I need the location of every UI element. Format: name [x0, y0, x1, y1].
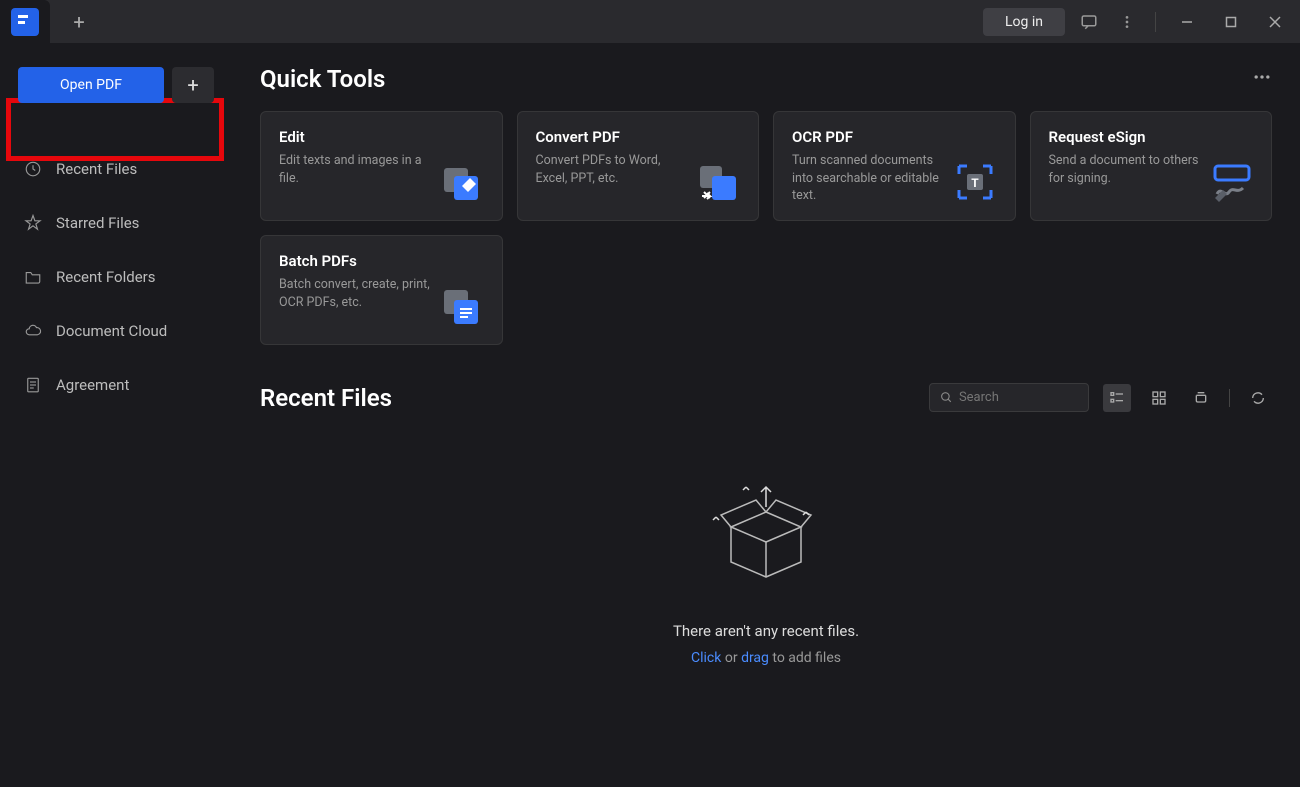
esign-icon: [1209, 160, 1253, 204]
app-home-tab[interactable]: [0, 0, 50, 43]
recent-header: Recent Files: [260, 383, 1272, 412]
empty-box-icon: [701, 472, 831, 602]
nav-label: Starred Files: [56, 214, 139, 232]
separator: [1229, 389, 1230, 407]
tool-desc: Edit texts and images in a file.: [279, 152, 432, 187]
search-box[interactable]: [929, 383, 1089, 412]
recent-controls: [929, 383, 1272, 412]
titlebar-left: +: [0, 0, 96, 43]
titlebar: + Log in: [0, 0, 1300, 43]
titlebar-right: Log in: [983, 5, 1300, 39]
tools-grid: Edit Edit texts and images in a file. Co…: [260, 111, 1272, 345]
document-icon: [24, 376, 42, 394]
content: Open PDF + Recent Files Starred Files Re…: [0, 43, 1300, 787]
open-pdf-button[interactable]: Open PDF: [18, 67, 164, 103]
nav-label: Agreement: [56, 376, 129, 394]
tool-title: OCR PDF: [792, 128, 945, 146]
login-button[interactable]: Log in: [983, 8, 1065, 36]
svg-text:T: T: [971, 176, 979, 190]
tool-title: Edit: [279, 128, 432, 146]
tool-ocr-pdf[interactable]: OCR PDF Turn scanned documents into sear…: [773, 111, 1016, 221]
feedback-icon[interactable]: [1075, 8, 1103, 36]
quick-tools-title: Quick Tools: [260, 65, 385, 93]
star-icon: [24, 214, 42, 232]
tool-text: Request eSign Send a document to others …: [1049, 128, 1210, 187]
search-input[interactable]: [959, 390, 1078, 405]
tool-title: Convert PDF: [536, 128, 689, 146]
quick-tools-more-icon[interactable]: [1252, 67, 1272, 91]
tool-desc: Convert PDFs to Word, Excel, PPT, etc.: [536, 152, 689, 187]
tool-request-esign[interactable]: Request eSign Send a document to others …: [1030, 111, 1273, 221]
view-pin-button[interactable]: [1187, 384, 1215, 412]
empty-message: There aren't any recent files.: [673, 622, 859, 640]
batch-icon: [440, 284, 484, 328]
tool-desc: Batch convert, create, print, OCR PDFs, …: [279, 276, 432, 311]
menu-dots-icon[interactable]: [1113, 8, 1141, 36]
tool-convert-pdf[interactable]: Convert PDF Convert PDFs to Word, Excel,…: [517, 111, 760, 221]
tool-text: Batch PDFs Batch convert, create, print,…: [279, 252, 440, 311]
sidebar-item-document-cloud[interactable]: Document Cloud: [12, 311, 220, 351]
empty-sub: Click or drag to add files: [691, 650, 841, 666]
empty-drag-link[interactable]: drag: [741, 650, 769, 666]
empty-click-link[interactable]: Click: [691, 650, 721, 666]
empty-state: There aren't any recent files. Click or …: [260, 442, 1272, 666]
clock-icon: [24, 160, 42, 178]
create-pdf-button[interactable]: +: [172, 67, 214, 103]
tool-text: Edit Edit texts and images in a file.: [279, 128, 440, 187]
search-icon: [940, 390, 953, 405]
tool-title: Request eSign: [1049, 128, 1202, 146]
tool-desc: Turn scanned documents into searchable o…: [792, 152, 945, 205]
window-maximize-button[interactable]: [1214, 5, 1248, 39]
refresh-button[interactable]: [1244, 384, 1272, 412]
empty-text-or: or: [721, 650, 741, 666]
edit-icon: [440, 160, 484, 204]
recent-files-title: Recent Files: [260, 384, 392, 412]
tool-text: Convert PDF Convert PDFs to Word, Excel,…: [536, 128, 697, 187]
view-list-button[interactable]: [1103, 384, 1131, 412]
main: Quick Tools Edit Edit texts and images i…: [232, 43, 1300, 787]
sidebar-item-agreement[interactable]: Agreement: [12, 365, 220, 405]
tool-desc: Send a document to others for signing.: [1049, 152, 1202, 187]
sidebar: Open PDF + Recent Files Starred Files Re…: [0, 43, 232, 787]
nav-list: Recent Files Starred Files Recent Folder…: [4, 121, 228, 405]
view-grid-button[interactable]: [1145, 384, 1173, 412]
window-close-button[interactable]: [1258, 5, 1292, 39]
nav-label: Recent Files: [56, 160, 137, 178]
quick-tools-header: Quick Tools: [260, 65, 1272, 93]
tool-text: OCR PDF Turn scanned documents into sear…: [792, 128, 953, 205]
convert-icon: [696, 160, 740, 204]
nav-label: Document Cloud: [56, 322, 167, 340]
tool-edit[interactable]: Edit Edit texts and images in a file.: [260, 111, 503, 221]
empty-text-rest: to add files: [769, 650, 841, 666]
folder-icon: [24, 268, 42, 286]
sidebar-item-recent-folders[interactable]: Recent Folders: [12, 257, 220, 297]
separator: [1155, 12, 1156, 32]
tool-title: Batch PDFs: [279, 252, 432, 270]
nav-label: Recent Folders: [56, 268, 156, 286]
cloud-icon: [24, 322, 42, 340]
sidebar-item-starred-files[interactable]: Starred Files: [12, 203, 220, 243]
app-logo-icon: [11, 8, 39, 36]
window-minimize-button[interactable]: [1170, 5, 1204, 39]
open-row: Open PDF +: [4, 55, 228, 121]
new-tab-button[interactable]: +: [62, 5, 96, 39]
tool-batch-pdfs[interactable]: Batch PDFs Batch convert, create, print,…: [260, 235, 503, 345]
ocr-icon: T: [953, 160, 997, 204]
